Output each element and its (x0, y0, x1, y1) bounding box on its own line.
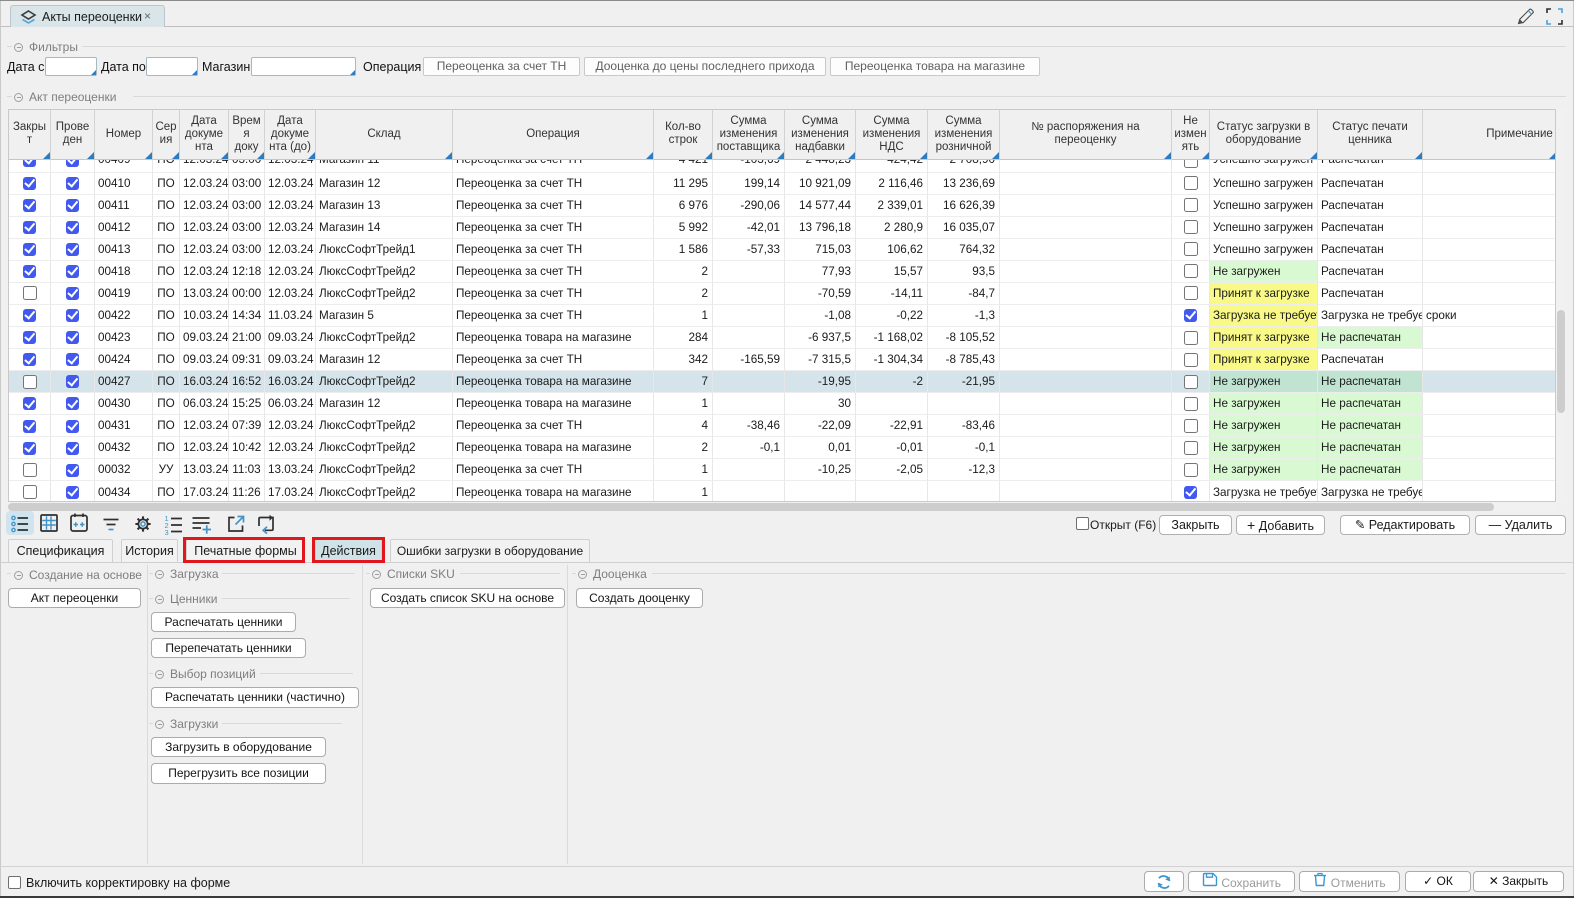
svg-text:3: 3 (165, 528, 169, 536)
